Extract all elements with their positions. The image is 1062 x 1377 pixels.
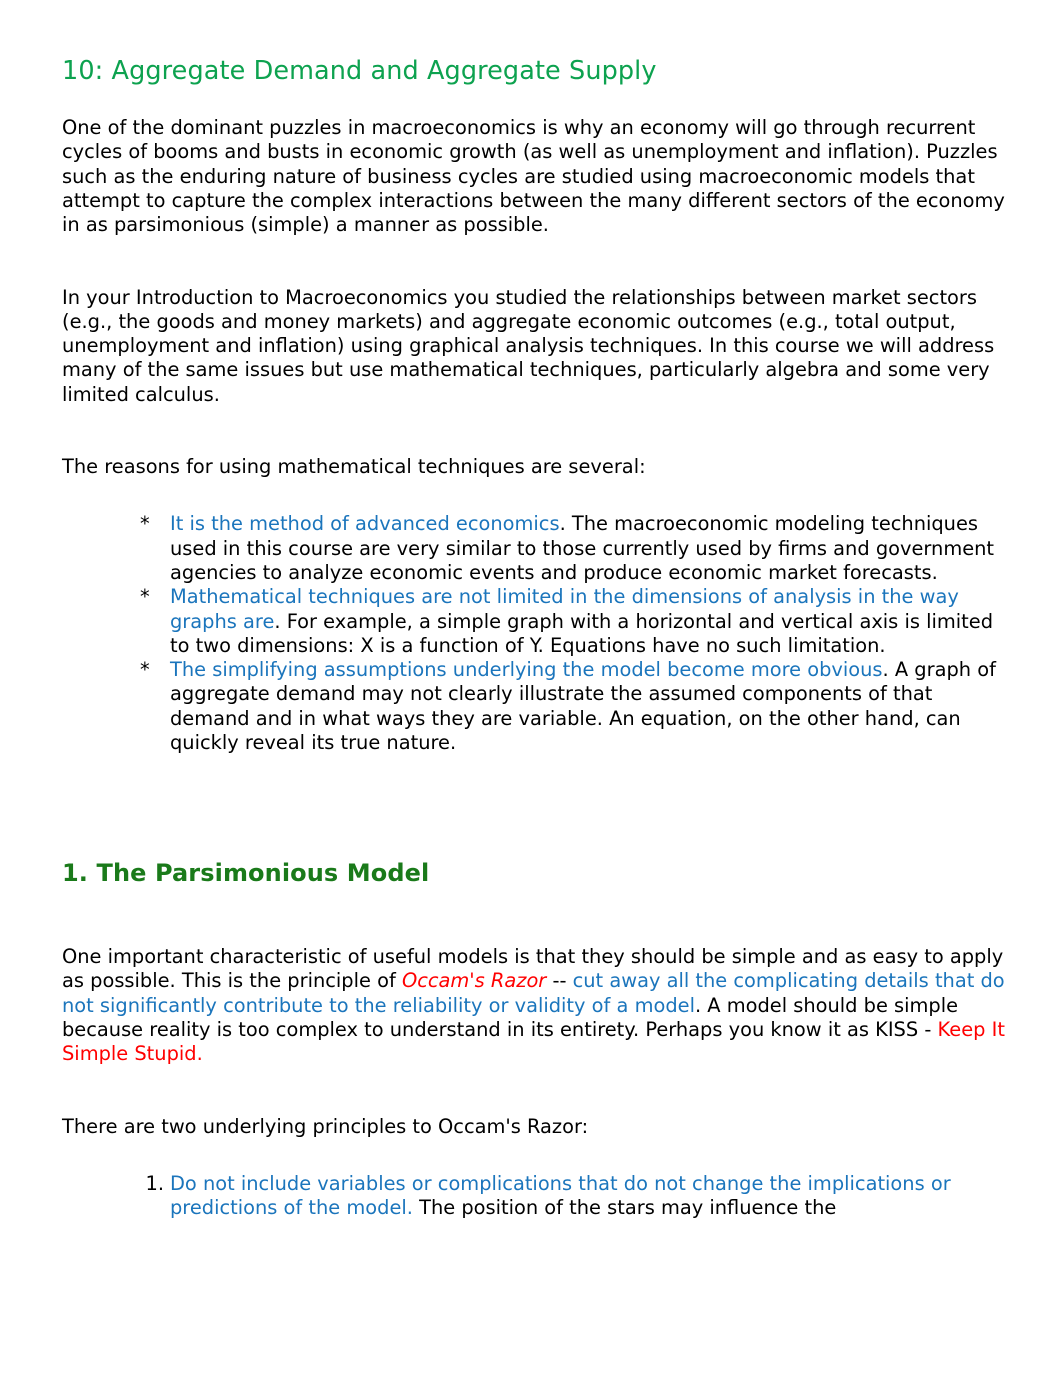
page-title: 10: Aggregate Demand and Aggregate Suppl… (62, 56, 657, 86)
list-item: It is the method of advanced economics. … (140, 512, 1007, 585)
document-page: 10: Aggregate Demand and Aggregate Suppl… (0, 0, 1062, 1377)
parsimonious-paragraph: One important characteristic of useful m… (62, 945, 1007, 1066)
principles-lead-in: There are two underlying principles to O… (62, 1114, 589, 1138)
intro-paragraph-2: In your Introduction to Macroeconomics y… (62, 285, 995, 406)
list-item-highlight: It is the method of advanced economics (170, 512, 560, 536)
list-item-body: The position of the stars may influence … (412, 1196, 837, 1220)
list-item-highlight: The simplifying assumptions underlying t… (170, 658, 883, 682)
paragraph-dash: -- (546, 969, 573, 993)
occams-razor-term: Occam's Razor (401, 969, 547, 993)
intro-paragraph-1: One of the dominant puzzles in macroecon… (62, 116, 1005, 237)
section-heading-parsimonious-model: 1. The Parsimonious Model (62, 859, 430, 888)
reasons-lead-in: The reasons for using mathematical techn… (62, 455, 646, 479)
principles-list: Do not include variables or complication… (62, 1172, 1007, 1221)
list-item: Mathematical techniques are not limited … (140, 585, 1007, 658)
list-item: The simplifying assumptions underlying t… (140, 658, 1007, 755)
reasons-list: It is the method of advanced economics . … (62, 512, 1007, 755)
list-item: Do not include variables or complication… (136, 1172, 1007, 1221)
document-content: 10: Aggregate Demand and Aggregate Suppl… (62, 56, 1007, 1220)
list-item-body: . For example, a simple graph with a hor… (170, 609, 993, 657)
